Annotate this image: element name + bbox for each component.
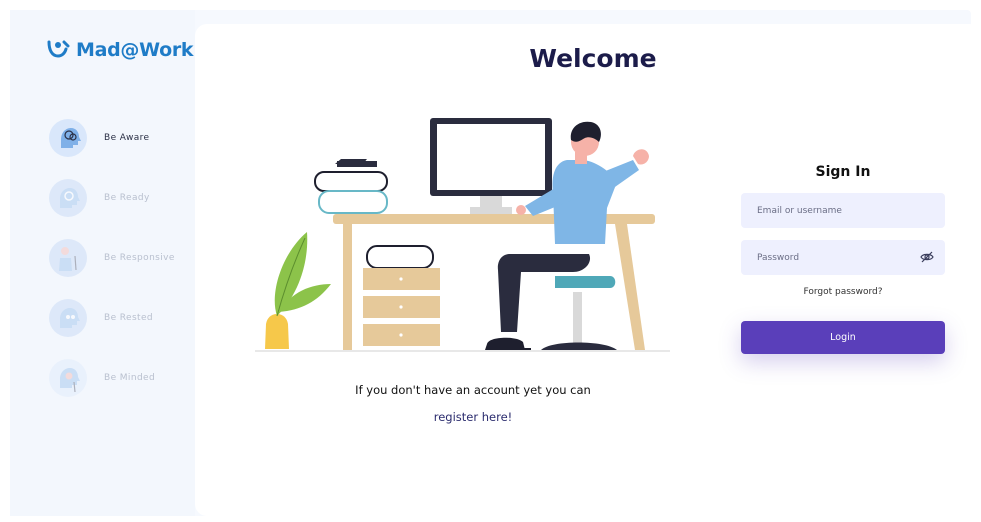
sidebar-item-label: Be Minded (104, 373, 156, 383)
register-link[interactable]: register here! (330, 410, 616, 424)
sidebar-item-label: Be Responsive (104, 253, 175, 263)
logo[interactable]: Mad@Work (46, 38, 194, 62)
eye-off-icon[interactable] (920, 250, 934, 264)
brain-head-icon (48, 118, 88, 158)
sidebar-item-label: Be Aware (104, 133, 150, 143)
signin-title: Sign In (815, 164, 871, 180)
workspace-illustration (255, 118, 670, 352)
forgot-password-link[interactable]: Forgot password? (741, 287, 945, 297)
login-button[interactable]: Login (741, 321, 945, 354)
password-field[interactable] (741, 240, 945, 275)
page-title: Welcome (529, 44, 657, 73)
person-support-icon (48, 238, 88, 278)
brand-name: Mad@Work (76, 39, 194, 61)
sidebar-item-be-ready[interactable]: Be Ready (48, 178, 188, 218)
sidebar-item-be-aware[interactable]: Be Aware (48, 118, 188, 158)
target-head-icon (48, 178, 88, 218)
sidebar-item-label: Be Ready (104, 193, 150, 203)
register-prompt: If you don't have an account yet you can (355, 383, 591, 397)
sidebar-item-be-rested[interactable]: Be Rested (48, 298, 188, 338)
brand-logo-icon (47, 40, 70, 58)
sidebar-item-be-responsive[interactable]: Be Responsive (48, 238, 188, 278)
sidebar-item-label: Be Rested (104, 313, 154, 323)
rest-head-icon (48, 298, 88, 338)
email-field[interactable] (741, 193, 945, 228)
sidebar-item-be-minded[interactable]: Be Minded (48, 358, 188, 398)
mindful-person-icon (48, 358, 88, 398)
